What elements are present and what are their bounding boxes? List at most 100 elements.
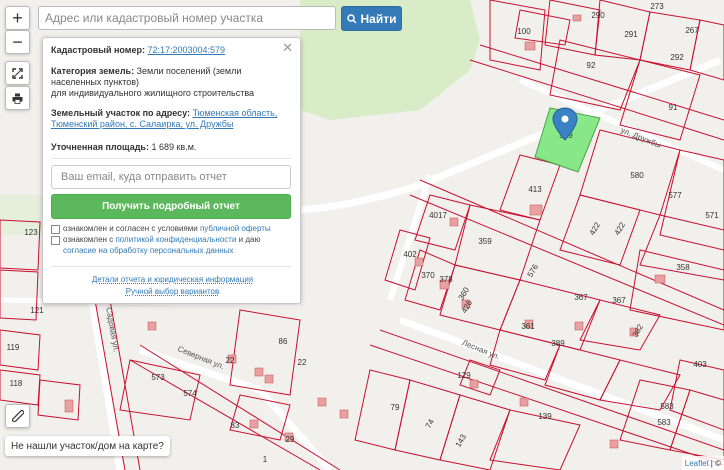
- parcel-outline[interactable]: [499, 279, 601, 351]
- parcel-label: 422: [613, 220, 628, 237]
- print-button[interactable]: [5, 86, 30, 110]
- parcel-outline[interactable]: [454, 204, 541, 281]
- parcel-label: 577: [668, 191, 682, 200]
- road: [398, 316, 724, 444]
- road-edge: [409, 194, 724, 326]
- ruler-icon: [11, 410, 24, 422]
- parcel-label: 273: [650, 2, 664, 11]
- parcel-label: 360: [457, 285, 472, 302]
- privacy-agreement-text: ознакомлен с политикой конфиденциальност…: [63, 234, 291, 256]
- parcel-label: 121: [30, 306, 44, 315]
- search-icon: [346, 13, 357, 24]
- building: [254, 367, 264, 377]
- search-button[interactable]: Найти: [341, 6, 402, 31]
- not-found-button[interactable]: Не нашли участок/дом на карте?: [5, 436, 170, 456]
- search-button-label: Найти: [360, 11, 397, 26]
- area-row: Уточненная площадь: 1 689 кв.м.: [51, 142, 289, 153]
- building: [609, 439, 619, 449]
- parcel-label: 267: [685, 26, 699, 35]
- details-link[interactable]: Детали отчета и юридическая информация: [43, 275, 302, 284]
- parcel-label: 362: [631, 322, 646, 339]
- parcel-label: 583: [657, 418, 671, 427]
- parcel-outline[interactable]: [579, 299, 661, 351]
- parcel-label: 403: [693, 360, 707, 369]
- building: [339, 409, 349, 419]
- parcel-label: 359: [478, 237, 492, 246]
- building: [414, 257, 424, 267]
- parcel-label: 402: [403, 250, 417, 259]
- building: [654, 274, 666, 284]
- parcel-label: 389: [551, 339, 565, 348]
- offer-agreement-text: ознакомлен и согласен с условиями публич…: [63, 223, 291, 234]
- parcel-outline[interactable]: [544, 0, 601, 56]
- building: [64, 399, 74, 413]
- divider: [51, 158, 291, 159]
- category-row: Категория земель: Земли поселений (земли…: [51, 66, 289, 99]
- print-icon: [12, 93, 23, 104]
- parcel-outline[interactable]: [439, 394, 511, 470]
- leaflet-link[interactable]: Leaflet: [685, 459, 709, 468]
- road-edge: [379, 329, 724, 451]
- parcel-label: 358: [676, 263, 690, 272]
- cad-number-link[interactable]: 72:17:2003004:579: [147, 45, 225, 55]
- cad-number-row: Кадастровый номер: 72:17:2003004:579: [51, 45, 289, 56]
- fullscreen-icon: [12, 67, 23, 79]
- parcel-label: 583: [660, 402, 674, 411]
- building: [317, 397, 327, 407]
- parcel-label: 123: [24, 228, 38, 237]
- zoom-in-button[interactable]: +: [5, 6, 30, 30]
- parcel-label: 100: [517, 27, 531, 36]
- email-field[interactable]: [51, 165, 291, 189]
- parcel-label: 83: [231, 421, 240, 430]
- address-label: Земельный участок по адресу:: [51, 108, 191, 118]
- map-attribution: Leaflet | ©: [681, 456, 724, 470]
- street-label: Лесная ул.: [461, 338, 501, 361]
- building: [574, 321, 584, 331]
- building: [469, 379, 479, 389]
- parcel-label: 422: [588, 220, 603, 237]
- parcel-label: 86: [279, 337, 288, 346]
- parcel-label: 118: [10, 379, 23, 388]
- parcel-label: 291: [624, 30, 638, 39]
- privacy-agreement-pre: ознакомлен с: [63, 235, 114, 244]
- manual-select-link[interactable]: Ручной выбор вариантов: [43, 287, 302, 296]
- building: [524, 41, 536, 51]
- area-value: 1 689 кв.м.: [151, 142, 197, 152]
- search-input[interactable]: [38, 6, 336, 30]
- parcel-outline[interactable]: [489, 409, 581, 470]
- privacy-policy-link[interactable]: политикой конфиденциальности: [115, 235, 236, 244]
- building: [529, 204, 543, 216]
- building: [519, 397, 529, 407]
- data-consent-link[interactable]: согласие на обработку персональных данны…: [63, 246, 233, 255]
- privacy-agreement-mid: и даю: [238, 235, 261, 244]
- zoom-out-button[interactable]: −: [5, 30, 30, 54]
- fullscreen-button[interactable]: [5, 61, 30, 85]
- divider: [51, 266, 291, 267]
- parcel-label: 580: [630, 171, 644, 180]
- parcel-label: 139: [538, 412, 552, 421]
- parcel-label: 378: [439, 275, 453, 284]
- parcel-label: 573: [151, 373, 165, 382]
- parcel-outline[interactable]: [559, 194, 641, 266]
- parcel-label: 576: [526, 262, 541, 279]
- offer-link[interactable]: публичной оферты: [200, 224, 271, 233]
- get-report-button[interactable]: Получить подробный отчет: [51, 194, 291, 219]
- parcel-label: 361: [521, 322, 535, 331]
- privacy-checkbox[interactable]: [51, 236, 60, 245]
- cad-number-label: Кадастровый номер:: [51, 45, 145, 55]
- offer-checkbox[interactable]: [51, 225, 60, 234]
- parcel-label: 22: [298, 358, 307, 367]
- building: [449, 217, 459, 227]
- parcel-label: 29: [286, 435, 295, 444]
- parcel-label: 571: [705, 211, 719, 220]
- parcel-label: 292: [670, 53, 684, 62]
- category-purpose: для индивидуального жилищного строительс…: [51, 88, 255, 98]
- parcel-label: 143: [454, 432, 469, 449]
- parcel-label: 367: [612, 296, 626, 305]
- parcel-outline[interactable]: [37, 379, 81, 421]
- parcel-label: 22: [226, 356, 235, 365]
- attribution-sep: | ©: [710, 458, 721, 468]
- ruler-button[interactable]: [5, 404, 30, 428]
- road-edge: [139, 344, 341, 470]
- parcel-outline[interactable]: [354, 369, 411, 451]
